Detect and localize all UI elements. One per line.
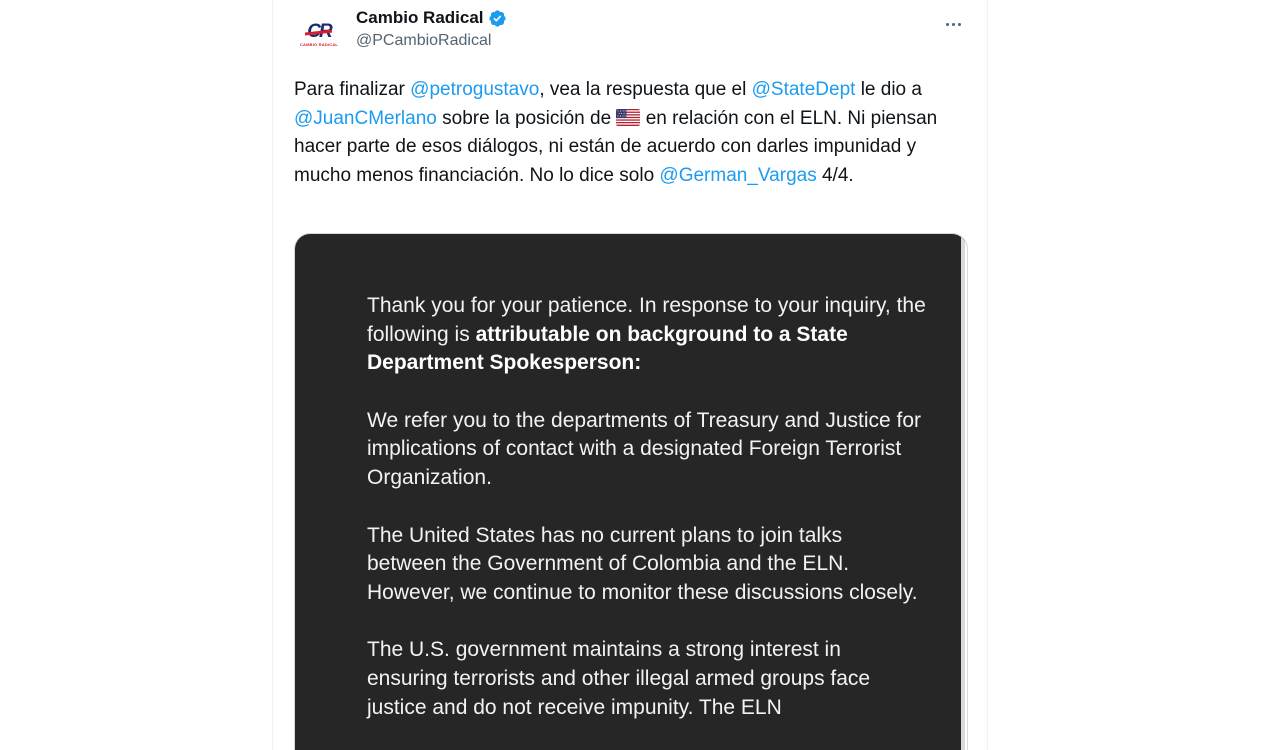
tweet-text-segment: le dio a: [855, 79, 922, 100]
statement-paragraph-1: Thank you for your patience. In response…: [367, 292, 927, 378]
tweet-text-segment: Para finalizar: [294, 79, 411, 100]
tweet-header: CR CAMBIO RADICAL Cambio Radical @PCambi…: [294, 6, 987, 60]
avatar[interactable]: CR CAMBIO RADICAL: [294, 10, 344, 60]
avatar-logo-subtitle: CAMBIO RADICAL: [299, 41, 339, 47]
verified-badge-icon: [488, 9, 506, 27]
more-options-icon[interactable]: [939, 12, 967, 36]
display-name-row: Cambio Radical: [356, 6, 507, 30]
statement-paragraph-3: The United States has no current plans t…: [367, 523, 918, 604]
tweet-card: CR CAMBIO RADICAL Cambio Radical @PCambi…: [272, 0, 988, 750]
tweet-text-segment: 4/4.: [816, 164, 854, 186]
tweet-text-segment: , vea la respuesta que el: [539, 79, 752, 100]
handle[interactable]: @PCambioRadical: [356, 32, 507, 50]
attached-image[interactable]: Thank you for your patience. In response…: [294, 233, 968, 750]
display-name[interactable]: Cambio Radical: [356, 8, 484, 28]
mention-german-vargas[interactable]: @German_Vargas: [659, 165, 816, 186]
mention-statedept[interactable]: @StateDept: [752, 79, 856, 100]
tweet-text: Para finalizar @petrogustavo, vea la res…: [294, 76, 966, 190]
avatar-logo-mark: CR: [307, 20, 332, 42]
mention-petrogustavo[interactable]: @petrogustavo: [410, 79, 539, 100]
statement-paragraph-2: We refer you to the departments of Treas…: [367, 408, 922, 489]
statement-screenshot: Thank you for your patience. In response…: [295, 234, 965, 750]
statement-paragraph-4: The U.S. government maintains a strong i…: [367, 638, 871, 719]
us-flag-icon: [616, 108, 641, 126]
author-names: Cambio Radical @PCambioRadical: [356, 6, 507, 50]
mention-juancmerlano[interactable]: @JuanCMerlano: [294, 108, 437, 129]
statement-text: Thank you for your patience. In response…: [367, 292, 927, 750]
tweet-text-segment: sobre la posición de: [436, 107, 617, 129]
